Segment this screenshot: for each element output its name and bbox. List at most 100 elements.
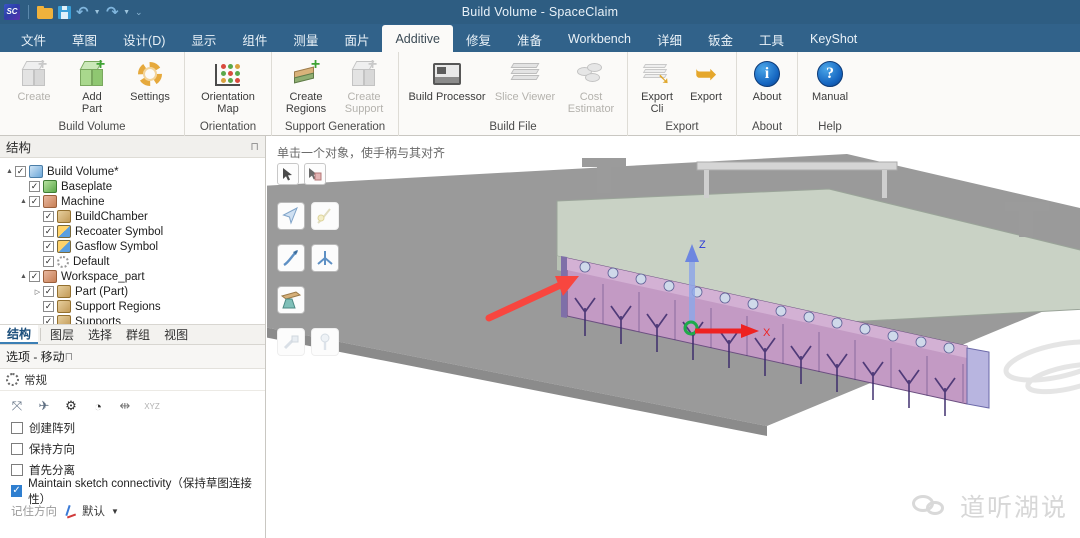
viewport-tool-palette[interactable] [277,202,339,356]
option-row[interactable]: 创建阵列 [0,417,265,438]
move-arrow-tool[interactable] [277,202,305,230]
tree-item[interactable]: ✓ Gasflow Symbol [4,239,265,254]
app-logo[interactable]: SC [4,4,20,20]
create-support-button[interactable]: + Create Support [335,55,393,115]
tree-item[interactable]: ▷ ✓ Part (Part) [4,284,265,299]
create-build-volume-button[interactable]: + Create [5,55,63,104]
select-cursor-button[interactable] [277,163,299,185]
tree-expander-icon[interactable]: ▲ [18,198,29,205]
ruler-icon[interactable]: ⚙ [63,398,79,414]
export-cli-button[interactable]: ➘ Export Cli [633,55,681,115]
settings-button[interactable]: Settings [121,55,179,104]
spread-tool[interactable] [311,244,339,272]
open-icon[interactable] [37,5,53,19]
save-icon[interactable] [58,5,71,19]
viewport-3d[interactable]: Z X 单击一个对象，使手柄与其对齐 道听湖说 [267,136,1080,538]
customize-icon[interactable]: ⌄ [135,7,143,18]
anchor-tool[interactable] [277,286,305,314]
palette-row-3[interactable] [277,286,339,314]
tree-item[interactable]: ▲ ✓ Workspace_part [4,269,265,284]
build-processor-button[interactable]: Build Processor [404,55,490,104]
tree-visibility-checkbox[interactable]: ✓ [43,226,54,237]
tree-visibility-checkbox[interactable]: ✓ [43,256,54,267]
ribbon-tab-0[interactable]: 文件 [8,26,59,52]
viewport-top-tools[interactable] [277,163,326,185]
panel-tab-bar[interactable]: 结构 图层 选择 群组 视图 [0,324,265,345]
panel-tab-0[interactable]: 结构 [0,325,39,344]
tree-item[interactable]: ✓ Recoater Symbol [4,224,265,239]
option-checkbox[interactable] [11,442,23,455]
option-row[interactable]: 保持方向 [0,438,265,459]
add-part-button[interactable]: + Add Part [63,55,121,115]
create-regions-button[interactable]: + Create Regions [277,55,335,115]
tree-item[interactable]: ✓ Support Regions [4,299,265,314]
ribbon-tab-10[interactable]: Workbench [555,26,644,52]
tree-expander-icon[interactable]: ▲ [18,273,29,280]
ribbon-tab-8[interactable]: 修复 [453,26,504,52]
panel-tab-3[interactable]: 群组 [119,325,157,344]
remember-orientation-caret-icon[interactable]: ▼ [111,507,119,516]
palette-row-4[interactable] [277,328,339,356]
pin-icon[interactable]: ⊓ [250,140,259,153]
clock-icon[interactable]: ◔ [90,399,106,414]
ribbon-tab-14[interactable]: KeyShot [797,26,870,52]
align-axis-tool[interactable] [311,202,339,230]
options-tool-row[interactable]: ⤧ ✈ ⚙ ◔ ⇹ XYZ [0,391,265,417]
tree-visibility-checkbox[interactable]: ✓ [29,271,40,282]
tree-item[interactable]: ✓ Baseplate [4,179,265,194]
dimension-icon[interactable]: ⇹ [117,398,133,414]
quick-access-toolbar[interactable]: SC ↶ ▼ ↶ ▼ ⌄ [0,4,143,21]
option-checkbox[interactable] [11,463,23,476]
tree-visibility-checkbox[interactable]: ✓ [29,196,40,207]
ribbon-tab-11[interactable]: 详细 [644,26,695,52]
options-section-row[interactable]: 常规 [0,369,265,391]
ribbon-tab-1[interactable]: 草图 [59,26,110,52]
panel-tab-4[interactable]: 视图 [157,325,195,344]
move-handle-icon[interactable]: ⤧ [9,398,25,414]
detach-icon[interactable]: ✈ [36,398,52,414]
manual-button[interactable]: ? Manual [803,55,857,104]
ribbon-tab-bar[interactable]: 文件 草图 设计(D) 显示 组件 测量 面片 Additive 修复 准备 Workbench 详细… [0,24,1080,52]
tree-visibility-checkbox[interactable]: ✓ [43,241,54,252]
palette-row-1[interactable] [277,202,339,230]
tree-item[interactable]: ✓ Supports [4,314,265,324]
ribbon-tab-9[interactable]: 准备 [504,26,555,52]
tree-item[interactable]: ▲ ✓ Machine [4,194,265,209]
slice-viewer-button[interactable]: Slice Viewer [490,55,560,104]
ribbon-tab-3[interactable]: 显示 [178,26,229,52]
xyz-icon[interactable]: XYZ [144,399,160,414]
tree-item[interactable]: ▲ ✓ Build Volume* [4,164,265,179]
options-checkbox-list[interactable]: 创建阵列 保持方向 首先分离 ✓ Maintain sketch connectivit… [0,417,265,506]
wrench-tool[interactable] [277,328,305,356]
tree-visibility-checkbox[interactable]: ✓ [43,286,54,297]
panel-tab-2[interactable]: 选择 [81,325,119,344]
tree-expander-icon[interactable]: ▷ [32,288,43,296]
ribbon-tab-4[interactable]: 组件 [229,26,280,52]
about-button[interactable]: i About [742,55,792,104]
palette-row-2[interactable] [277,244,339,272]
option-checkbox[interactable] [11,421,23,434]
ribbon-tab-2[interactable]: 设计(D) [110,26,178,52]
panel-tab-1[interactable]: 图层 [43,325,81,344]
option-row[interactable]: ✓ Maintain sketch connectivity（保持草图连接性） [0,478,265,506]
tree-visibility-checkbox[interactable]: ✓ [43,211,54,222]
tree-visibility-checkbox[interactable]: ✓ [15,166,26,177]
tree-visibility-checkbox[interactable]: ✓ [43,301,54,312]
select-component-button[interactable] [304,163,326,185]
redo-dropdown-icon[interactable]: ▼ [123,9,130,16]
structure-tree[interactable]: ▲ ✓ Build Volume* ✓ Baseplate ▲ ✓ Machine ✓ Build… [0,158,265,324]
ribbon-tab-12[interactable]: 钣金 [695,26,746,52]
tree-item[interactable]: ✓ Default [4,254,265,269]
orientation-map-button[interactable]: Orientation Map [190,55,266,115]
ribbon-tab-13[interactable]: 工具 [746,26,797,52]
undo-dropdown-icon[interactable]: ▼ [94,9,101,16]
tree-visibility-checkbox[interactable]: ✓ [29,181,40,192]
pin-tool[interactable] [311,328,339,356]
ribbon-tab-7[interactable]: Additive [382,25,453,52]
ribbon-tab-6[interactable]: 面片 [331,26,382,52]
scene-graphics[interactable]: Z X [267,136,1080,538]
ribbon-tab-5[interactable]: 测量 [280,26,331,52]
tree-item[interactable]: ✓ BuildChamber [4,209,265,224]
undo-icon[interactable]: ↶ [76,5,89,20]
option-checkbox[interactable]: ✓ [11,484,23,497]
